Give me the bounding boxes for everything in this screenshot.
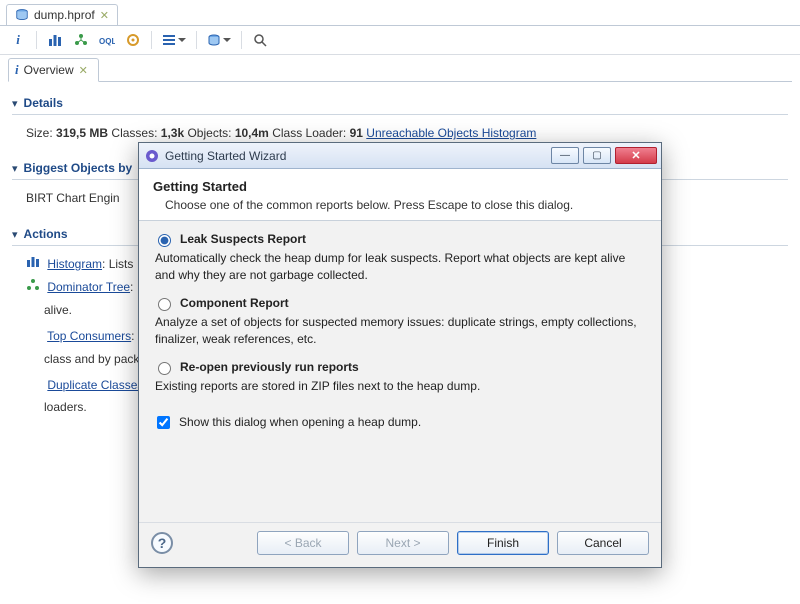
tabstrip-filler (98, 81, 792, 82)
histogram-icon (48, 33, 62, 47)
toolbar-separator (36, 31, 37, 49)
action-duplicate-classes-link[interactable]: Duplicate Classes (47, 378, 143, 392)
getting-started-wizard-dialog: Getting Started Wizard — ▢ ✕ Getting Sta… (138, 142, 662, 568)
editor-tab-label: dump.hprof (34, 8, 95, 22)
toolbar-address-button[interactable] (205, 30, 233, 50)
action-text: : (130, 280, 133, 294)
section-title: Biggest Objects by (24, 161, 133, 175)
toolbar-separator (196, 31, 197, 49)
dialog-banner: Getting Started Choose one of the common… (139, 169, 661, 221)
action-histogram-desc: : Lists (102, 257, 133, 271)
unreachable-link[interactable]: Unreachable Objects Histogram (366, 126, 536, 140)
oql-icon: OQL (99, 33, 115, 47)
dialog-banner-title: Getting Started (153, 179, 647, 194)
size-value: 319,5 MB (56, 126, 108, 140)
editor-tabbar: dump.hprof ✕ (0, 0, 800, 26)
option-desc: Existing reports are stored in ZIP files… (155, 378, 647, 395)
action-text: : (131, 329, 134, 343)
info-icon: i (15, 62, 19, 78)
toolbar-search-button[interactable] (250, 30, 270, 50)
tree-icon (74, 33, 88, 47)
classloader-value: 91 (350, 126, 363, 140)
section-header-details[interactable]: Details (12, 94, 788, 114)
heap-dump-icon (15, 8, 29, 22)
window-buttons: — ▢ ✕ (551, 147, 657, 164)
help-button[interactable]: ? (151, 532, 173, 554)
show-again-checkbox[interactable] (157, 416, 170, 429)
toolbar-separator (241, 31, 242, 49)
radio-label[interactable]: Re-open previously run reports (180, 360, 359, 374)
twisty-icon (12, 161, 18, 175)
overview-tab-label: Overview (24, 63, 74, 77)
main-toolbar: i OQL (0, 26, 800, 55)
tree-icon (26, 277, 40, 297)
biggest-item: BIRT Chart Engin (26, 191, 120, 205)
action-dominator-link[interactable]: Dominator Tree (47, 280, 130, 294)
option-desc: Analyze a set of objects for suspected m… (155, 314, 647, 349)
section-details: Details Size: 319,5 MB Classes: 1,3k Obj… (12, 94, 788, 143)
option-leak-suspects: Leak Suspects Report Automatically check… (153, 231, 647, 285)
histogram-icon (26, 254, 40, 274)
toolbar-overview-button[interactable]: i (8, 30, 28, 50)
option-desc: Automatically check the heap dump for le… (155, 250, 647, 285)
toolbar-separator (151, 31, 152, 49)
dialog-body: Leak Suspects Report Automatically check… (139, 221, 661, 522)
toolbar-histogram-button[interactable] (45, 30, 65, 50)
database-icon (207, 33, 221, 47)
dialog-banner-subtitle: Choose one of the common reports below. … (165, 198, 647, 212)
radio-reopen-reports[interactable] (158, 362, 171, 375)
show-again-label[interactable]: Show this dialog when opening a heap dum… (179, 415, 421, 429)
chevron-down-icon (223, 38, 231, 42)
radio-label[interactable]: Component Report (180, 296, 289, 310)
radio-leak-suspects[interactable] (158, 234, 171, 247)
wizard-icon (145, 149, 159, 163)
back-button[interactable]: < Back (257, 531, 349, 555)
toolbar-oql-button[interactable]: OQL (97, 30, 117, 50)
classes-value: 1,3k (161, 126, 184, 140)
toolbar-dominator-button[interactable] (71, 30, 91, 50)
classes-label: Classes: (111, 126, 157, 140)
radio-label[interactable]: Leak Suspects Report (180, 232, 306, 246)
section-title: Actions (24, 227, 68, 241)
info-icon: i (16, 32, 20, 48)
minimize-button[interactable]: — (551, 147, 579, 164)
overview-tab[interactable]: i Overview ✕ (8, 58, 99, 82)
toolbar-run-report-button[interactable] (123, 30, 143, 50)
objects-label: Objects: (187, 126, 231, 140)
chevron-down-icon (178, 38, 186, 42)
dialog-title: Getting Started Wizard (165, 149, 286, 163)
close-button[interactable]: ✕ (615, 147, 657, 164)
action-histogram-link[interactable]: Histogram (47, 257, 102, 271)
section-title: Details (24, 96, 63, 110)
details-body: Size: 319,5 MB Classes: 1,3k Objects: 10… (12, 123, 788, 143)
objects-value: 10,4m (235, 126, 269, 140)
cancel-button[interactable]: Cancel (557, 531, 649, 555)
show-again-row: Show this dialog when opening a heap dum… (153, 413, 647, 432)
list-icon (162, 33, 176, 47)
action-top-consumers-link[interactable]: Top Consumers (47, 329, 131, 343)
close-icon[interactable]: ✕ (79, 64, 88, 77)
svg-text:OQL: OQL (99, 37, 115, 46)
size-label: Size: (26, 126, 53, 140)
search-icon (253, 33, 267, 47)
option-component-report: Component Report Analyze a set of object… (153, 295, 647, 349)
maximize-button[interactable]: ▢ (583, 147, 611, 164)
gear-icon (126, 33, 140, 47)
dialog-footer: ? < Back Next > Finish Cancel (139, 522, 661, 567)
section-rule (12, 114, 788, 115)
radio-component-report[interactable] (158, 298, 171, 311)
twisty-icon (12, 96, 18, 110)
toolbar-query-browser-button[interactable] (160, 30, 188, 50)
editor-tab-dump[interactable]: dump.hprof ✕ (6, 4, 118, 25)
close-icon[interactable]: ✕ (100, 9, 109, 22)
option-reopen-reports: Re-open previously run reports Existing … (153, 359, 647, 395)
classloader-label: Class Loader: (272, 126, 346, 140)
dialog-titlebar[interactable]: Getting Started Wizard — ▢ ✕ (139, 143, 661, 169)
next-button[interactable]: Next > (357, 531, 449, 555)
overview-tab-row: i Overview ✕ (0, 55, 800, 82)
finish-button[interactable]: Finish (457, 531, 549, 555)
twisty-icon (12, 227, 18, 241)
